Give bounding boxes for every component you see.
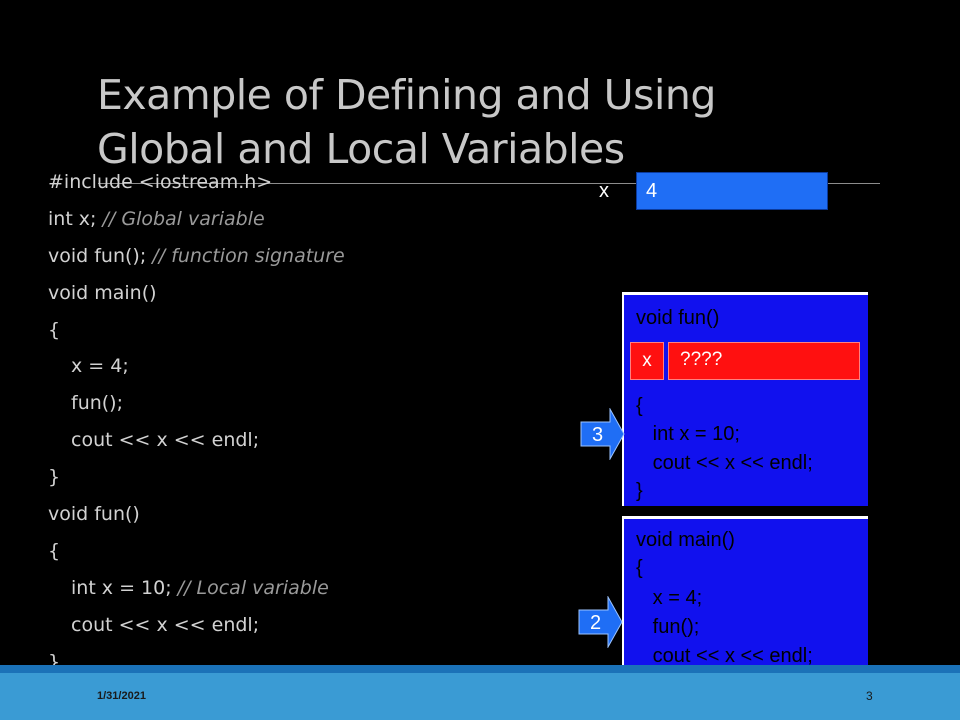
slide-title: Example of Defining and Using Global and… (97, 68, 797, 176)
code-text: { (48, 318, 61, 341)
code-text: x = 4; (71, 355, 129, 378)
code-line: fun(); (48, 385, 345, 422)
code-line: { (48, 533, 345, 570)
code-text: fun(); (71, 392, 123, 415)
code-line: int x = 10; // Local variable (48, 570, 345, 607)
global-var-name: x (599, 180, 609, 202)
fun-stack-frame: void fun() { int x = 10; cout << x << en… (622, 292, 868, 506)
code-line: } (48, 459, 345, 496)
main-frame-line: cout << x << endl; (636, 645, 813, 667)
code-text: void main() (48, 281, 157, 304)
code-line: x = 4; (48, 348, 345, 385)
code-text: cout << x << endl; (71, 429, 260, 452)
global-var-value-box: 4 (636, 172, 828, 210)
footer-accent-stripe (0, 665, 960, 673)
local-var-name: x (630, 342, 664, 380)
code-line: void fun() (48, 496, 345, 533)
main-frame-line: x = 4; (636, 587, 703, 609)
code-line: { (48, 312, 345, 349)
fun-frame-line: { (636, 395, 643, 417)
slide-page-number: 3 (866, 689, 873, 703)
fun-frame-header: void fun() (636, 307, 720, 329)
code-text: int x = 10; (71, 576, 178, 599)
code-comment: // function signature (152, 244, 345, 267)
local-var-value-box: ???? (668, 342, 860, 380)
code-comment: // Local variable (177, 576, 329, 599)
step-2-label: 2 (590, 612, 602, 634)
code-text: void fun(); (48, 244, 153, 267)
slide-date: 1/31/2021 (97, 690, 146, 702)
code-text: void fun() (48, 503, 140, 526)
code-comment: // Global variable (102, 207, 265, 230)
step-3-label: 3 (592, 424, 604, 446)
code-line: void fun(); // function signature (48, 238, 345, 275)
code-line: cout << x << endl; (48, 607, 345, 644)
code-line: int x; // Global variable (48, 201, 345, 238)
code-text: { (48, 539, 61, 562)
main-frame-line: { (636, 557, 643, 579)
main-frame-line: fun(); (636, 616, 700, 638)
code-line: void main() (48, 275, 345, 312)
code-text: int x; (48, 207, 103, 230)
code-line: #include <iostream.h> (48, 164, 345, 201)
slide-title-line-1: Example of Defining and Using (97, 71, 716, 119)
code-line: cout << x << endl; (48, 422, 345, 459)
code-text: #include <iostream.h> (48, 171, 273, 193)
fun-frame-line: int x = 10; (636, 423, 740, 445)
code-text: cout << x << endl; (71, 613, 260, 636)
fun-frame-line: cout << x << endl; (636, 452, 813, 474)
code-text: } (48, 466, 61, 489)
main-frame-line: void main() (636, 529, 735, 551)
fun-frame-line: } (636, 480, 643, 502)
code-listing: #include <iostream.h> int x; // Global va… (48, 164, 345, 680)
